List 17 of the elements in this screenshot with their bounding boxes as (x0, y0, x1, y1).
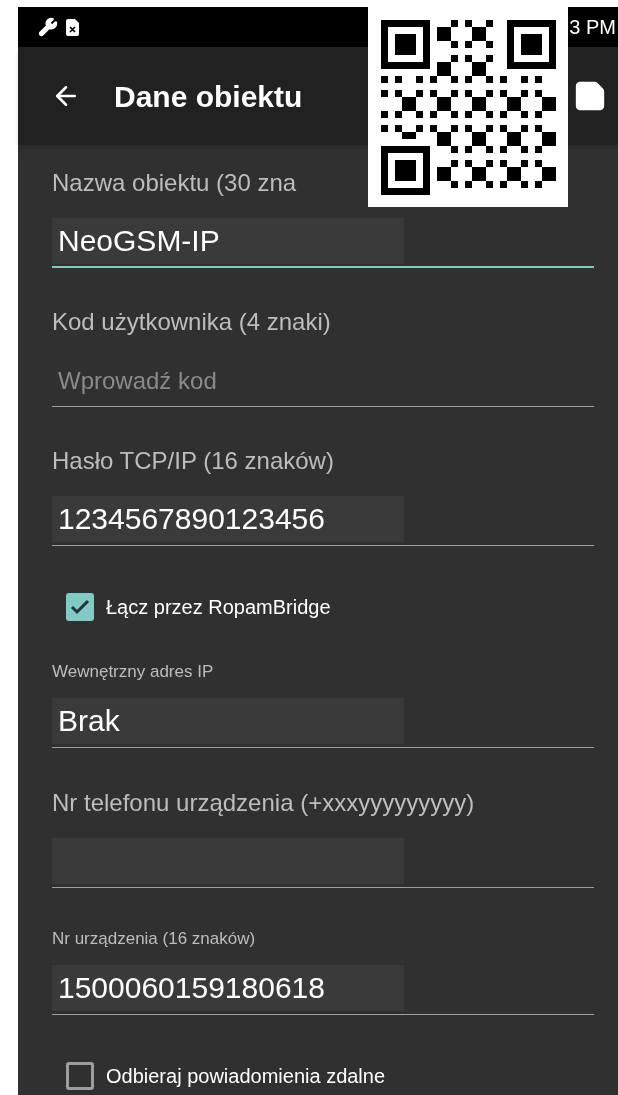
status-time: 3 PM (569, 15, 616, 40)
field-label: Nr urządzenia (16 znaków) (52, 928, 257, 950)
checkbox[interactable] (66, 1062, 94, 1090)
field-label: Nazwa obiektu (30 zna (52, 168, 298, 198)
checkbox-label: Łącz przez RopamBridge (106, 595, 331, 620)
window-title: Dane obiektu (114, 78, 303, 115)
check-icon (70, 599, 90, 615)
field-label: Kod użytkownika (4 znaki) (52, 307, 332, 337)
checkbox[interactable] (66, 593, 94, 621)
input-field[interactable]: Wprowadź kod (52, 357, 594, 407)
input-field[interactable] (52, 838, 594, 888)
checkbox-label: Odbieraj powiadomienia zdalne (106, 1064, 386, 1089)
field-label: Hasło TCP/IP (16 znaków) (52, 446, 335, 476)
wrench-icon (38, 17, 58, 37)
field-label: Nr telefonu urządzenia (+xxxyyyyyyyyy) (52, 788, 476, 818)
sim-card-icon (66, 18, 79, 36)
field-label: Wewnętrzny adres IP (52, 661, 215, 683)
